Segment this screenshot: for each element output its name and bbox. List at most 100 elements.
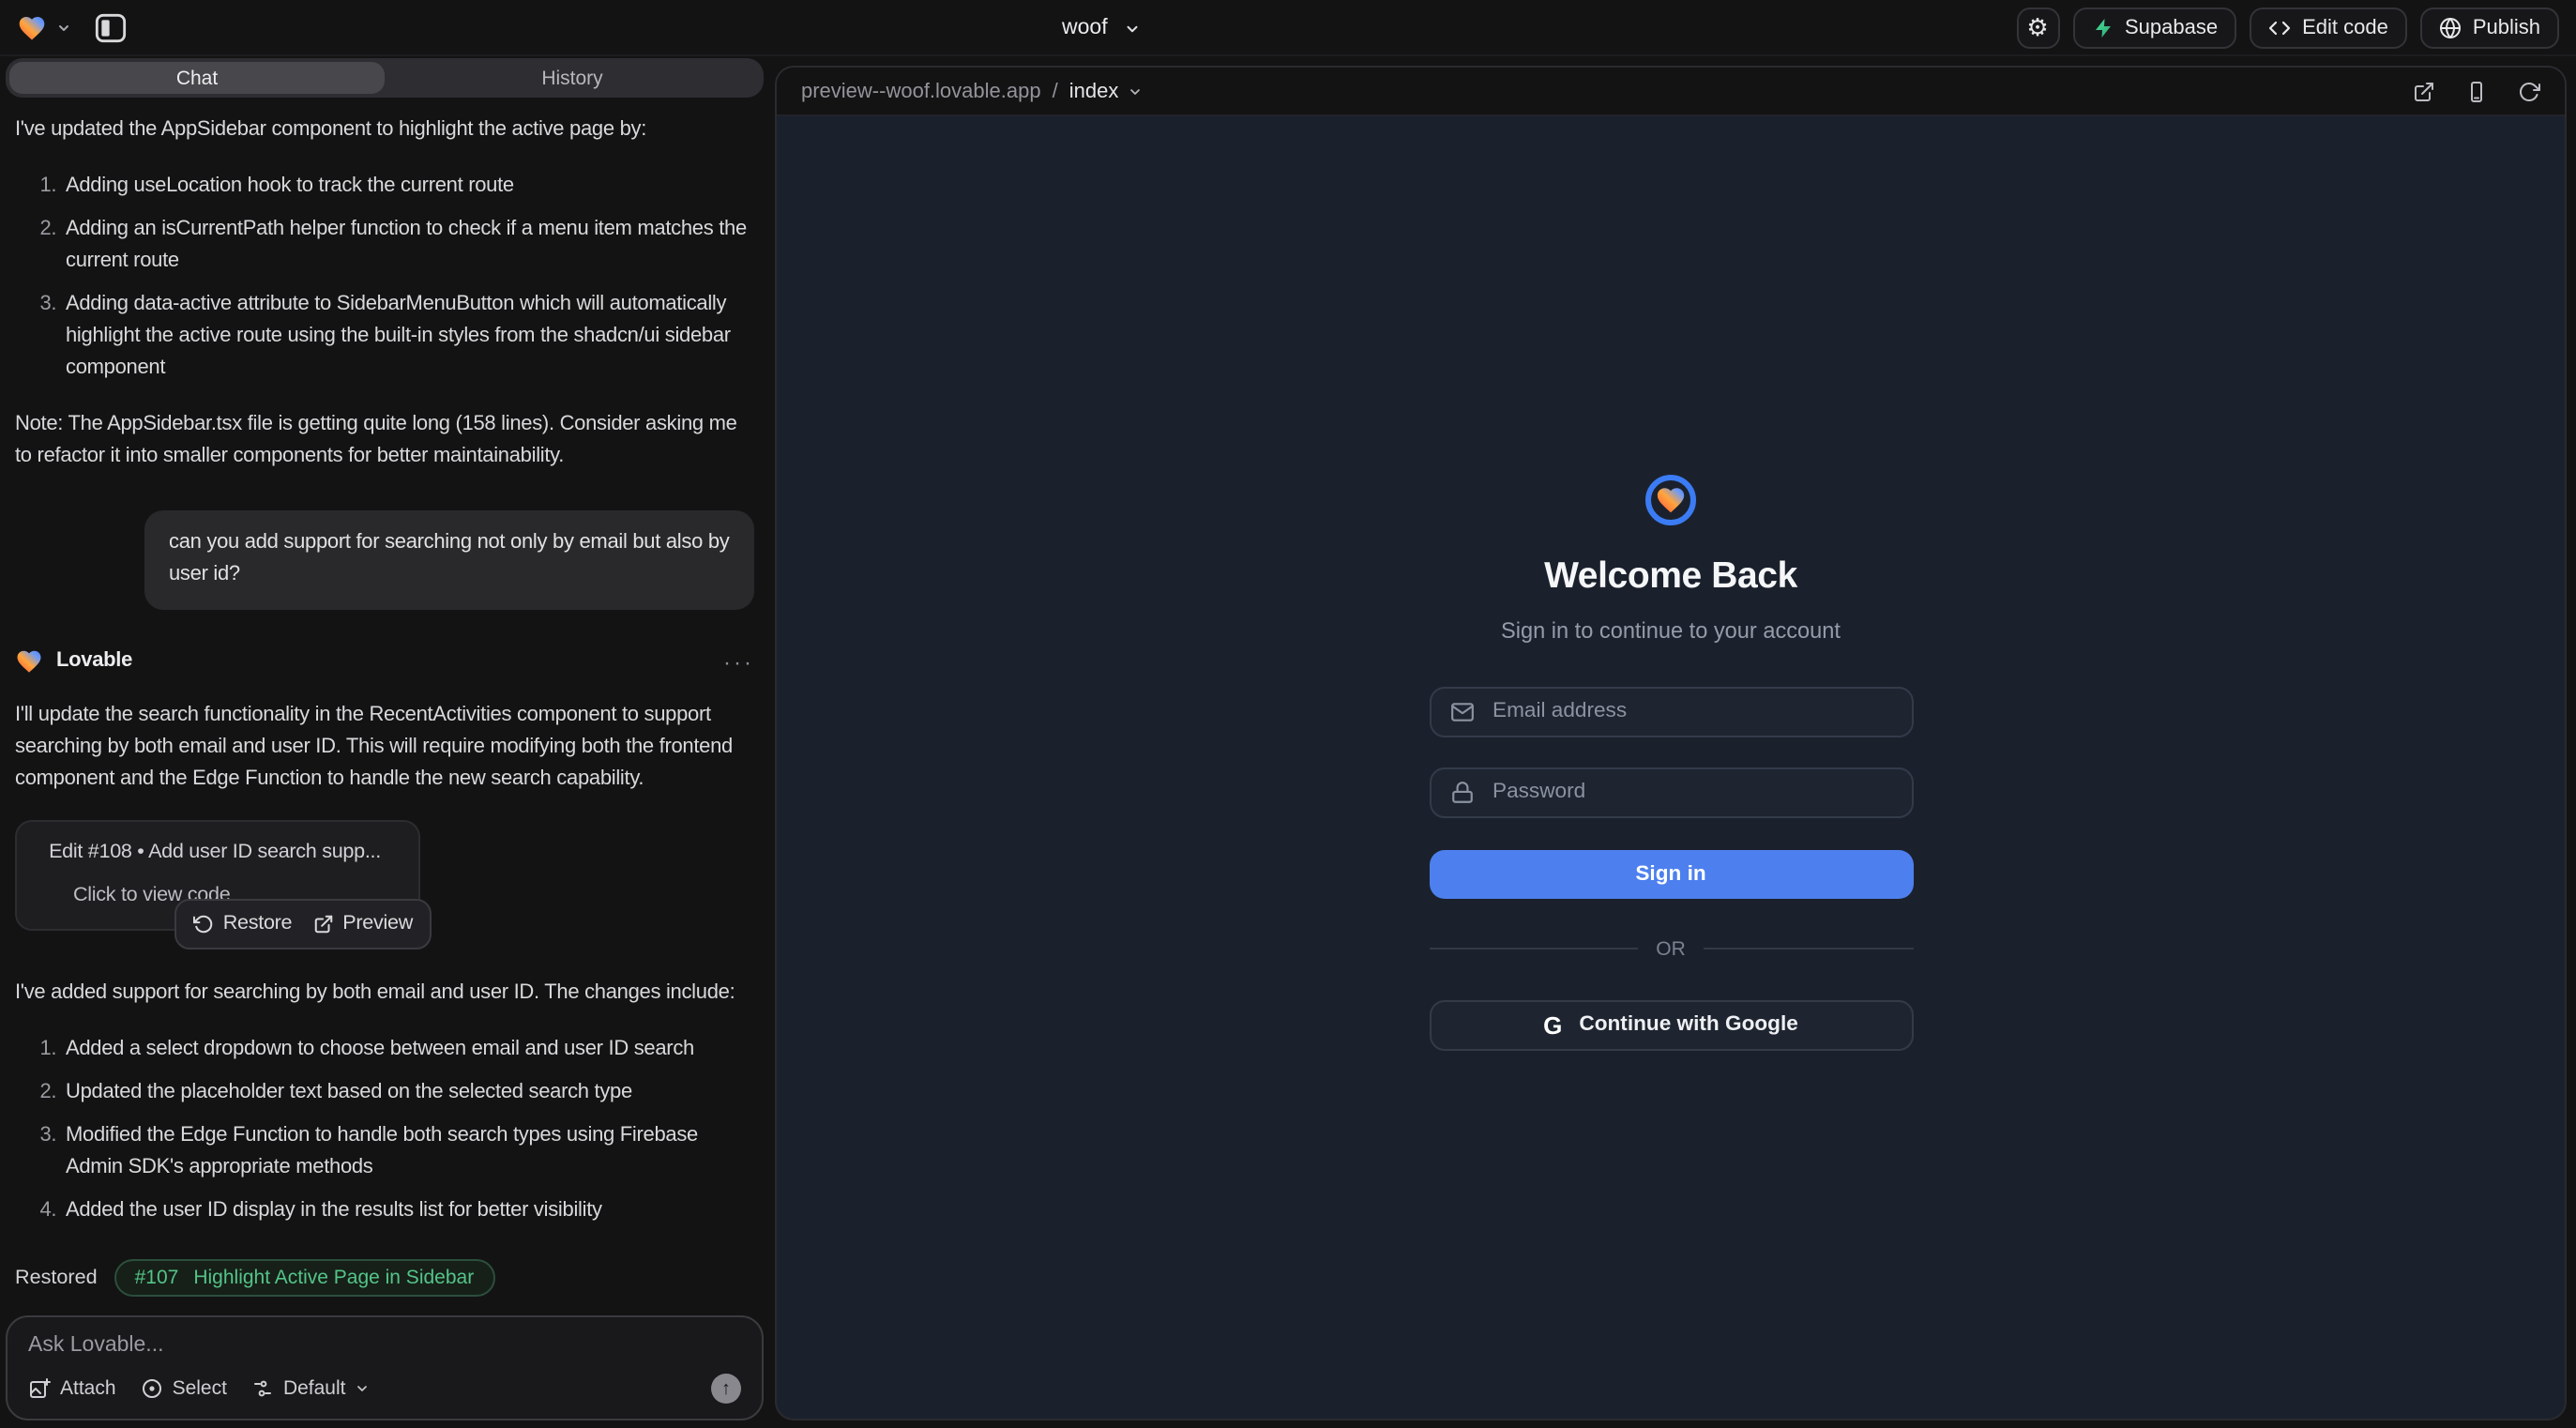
list-item: Adding data-active attribute to SidebarM… <box>62 289 754 385</box>
version-actions-pill: Restore Preview <box>174 899 432 949</box>
topbar-right-group: ⚙ Supabase Edit code Publish <box>2016 7 2559 48</box>
preview-label: Preview <box>342 908 413 939</box>
open-in-new-tab-icon[interactable] <box>2413 80 2435 102</box>
supabase-bolt-icon <box>2091 16 2114 38</box>
send-arrow-up-icon: ↑ <box>721 1378 731 1399</box>
project-switcher[interactable]: woof <box>1062 0 1142 56</box>
tab-history[interactable]: History <box>385 62 760 94</box>
lovable-logo-icon[interactable] <box>17 12 47 42</box>
divider-line <box>1429 948 1637 949</box>
restored-version-title: Highlight Active Page in Sidebar <box>193 1267 474 1289</box>
chat-scroll-area[interactable]: I've updated the AppSidebar component to… <box>6 98 764 1252</box>
publish-button[interactable]: Publish <box>2420 7 2559 48</box>
welcome-subtitle: Sign in to continue to your account <box>1501 616 1841 643</box>
chat-input[interactable] <box>28 1334 741 1364</box>
sliders-icon <box>251 1377 274 1400</box>
preview-url-dropdown[interactable]: preview--woof.lovable.app / index <box>801 80 1143 102</box>
toggle-sidebar-icon[interactable] <box>92 8 129 46</box>
or-label: OR <box>1656 937 1686 960</box>
publish-label: Publish <box>2473 16 2540 38</box>
restore-button[interactable]: Restore <box>193 908 293 939</box>
signin-card: Welcome Back Sign in to continue to your… <box>1429 474 1913 1050</box>
attach-label: Attach <box>60 1377 116 1400</box>
refresh-icon[interactable] <box>2518 80 2540 102</box>
settings-button[interactable]: ⚙ <box>2016 7 2059 48</box>
select-target-icon <box>141 1377 163 1400</box>
url-chevron-down-icon <box>1128 84 1143 99</box>
assistant-message-list: Adding useLocation hook to track the cur… <box>15 171 754 386</box>
tab-chat-label: Chat <box>176 67 218 89</box>
preview-panel: preview--woof.lovable.app / index <box>775 66 2567 1420</box>
preview-url-page: index <box>1069 80 1119 102</box>
list-item: Adding useLocation hook to track the cur… <box>62 171 754 203</box>
top-bar: woof ⚙ Supabase Edit code <box>0 0 2576 56</box>
list-item: Modified the Edge Function to handle bot… <box>62 1120 754 1184</box>
app-heart-icon <box>1655 483 1687 515</box>
divider-line <box>1705 948 1913 949</box>
restored-version-badge[interactable]: #107 Highlight Active Page in Sidebar <box>114 1259 495 1297</box>
assistant-name: Lovable <box>56 646 132 678</box>
restore-label: Restore <box>223 908 293 939</box>
lovable-heart-icon <box>15 648 43 676</box>
composer: Attach Select Default ↑ <box>6 1315 764 1420</box>
assistant-message-list-2: Added a select dropdown to choose betwee… <box>15 1034 754 1227</box>
tab-chat[interactable]: Chat <box>9 62 385 94</box>
restored-version-id: #107 <box>135 1267 179 1289</box>
chat-panel: Chat History I've updated the AppSidebar… <box>0 56 769 1428</box>
project-chevron-down-icon <box>1125 20 1142 37</box>
list-item: Added a select dropdown to choose betwee… <box>62 1034 754 1066</box>
preview-nav-actions <box>2413 80 2540 102</box>
assistant-message-intro-2: I'll update the search functionality in … <box>15 700 754 796</box>
edit-code-button[interactable]: Edit code <box>2250 7 2407 48</box>
assistant-message-intro: I've updated the AppSidebar component to… <box>15 114 754 146</box>
tab-history-label: History <box>541 67 602 89</box>
topbar-left-group <box>17 8 129 46</box>
list-item: Added the user ID display in the results… <box>62 1195 754 1227</box>
restore-rotate-ccw-icon <box>193 914 214 934</box>
google-g-icon: G <box>1543 1010 1562 1039</box>
preview-button[interactable]: Preview <box>312 908 413 939</box>
user-message-row: can you add support for searching not on… <box>15 511 754 609</box>
email-field-wrapper <box>1429 686 1913 737</box>
select-button[interactable]: Select <box>141 1377 227 1400</box>
continue-with-google-button[interactable]: G Continue with Google <box>1429 999 1913 1050</box>
list-item: Adding an isCurrentPath helper function … <box>62 214 754 278</box>
sign-in-label: Sign in <box>1635 862 1705 885</box>
project-name: woof <box>1062 17 1108 39</box>
app-logo <box>1645 474 1696 524</box>
google-button-label: Continue with Google <box>1579 1013 1797 1036</box>
supabase-button[interactable]: Supabase <box>2072 7 2236 48</box>
supabase-label: Supabase <box>2125 16 2218 38</box>
preview-url-host: preview--woof.lovable.app <box>801 80 1041 102</box>
mode-label: Default <box>283 1377 346 1400</box>
password-field[interactable] <box>1489 779 1892 805</box>
globe-icon <box>2439 16 2462 38</box>
mail-icon <box>1449 699 1474 723</box>
edit-code-label: Edit code <box>2302 16 2388 38</box>
preview-url-separator: / <box>1053 80 1058 102</box>
project-menu-chevron-icon[interactable] <box>56 20 71 35</box>
email-field[interactable] <box>1489 698 1892 724</box>
welcome-title: Welcome Back <box>1544 554 1797 598</box>
restored-row: Restored #107 Highlight Active Page in S… <box>6 1259 764 1297</box>
select-label: Select <box>173 1377 227 1400</box>
attach-image-icon <box>28 1377 51 1400</box>
assistant-message-body: I've added support for searching by both… <box>15 977 754 1009</box>
send-button[interactable]: ↑ <box>711 1374 741 1404</box>
or-divider: OR <box>1429 937 1913 960</box>
message-more-icon[interactable]: ··· <box>723 645 754 679</box>
sign-in-button[interactable]: Sign in <box>1429 849 1913 898</box>
composer-toolbar: Attach Select Default ↑ <box>28 1374 741 1404</box>
mode-dropdown[interactable]: Default <box>251 1377 371 1400</box>
preview-app-content: Welcome Back Sign in to continue to your… <box>777 116 2565 1419</box>
app-window: woof ⚙ Supabase Edit code <box>0 0 2576 1428</box>
mobile-view-icon[interactable] <box>2465 80 2488 102</box>
restored-label: Restored <box>15 1267 98 1289</box>
lock-icon <box>1449 780 1474 804</box>
attach-button[interactable]: Attach <box>28 1377 116 1400</box>
password-field-wrapper <box>1429 767 1913 817</box>
mode-chevron-down-icon <box>356 1381 371 1396</box>
chat-history-tabs: Chat History <box>6 58 764 98</box>
code-brackets-icon <box>2268 16 2291 38</box>
edit-version-card[interactable]: Edit #108 • Add user ID search supp... C… <box>15 821 420 931</box>
